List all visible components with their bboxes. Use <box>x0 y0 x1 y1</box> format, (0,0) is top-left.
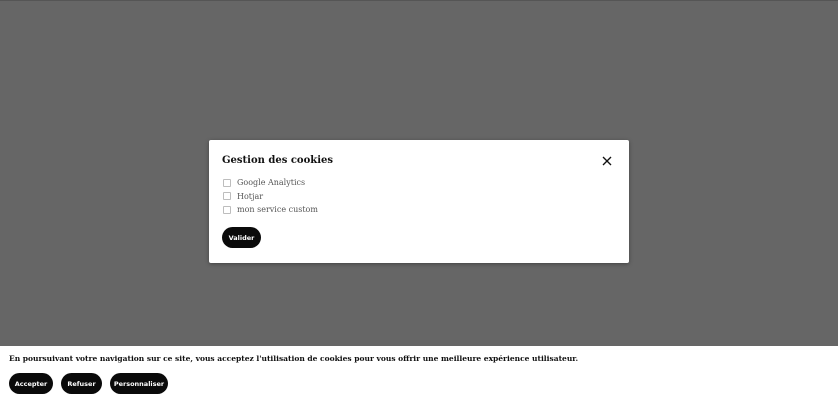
dialog-title: Gestion des cookies <box>222 155 333 166</box>
accept-button[interactable]: Accepter <box>9 373 53 394</box>
cookie-banner-text: En poursuivant votre navigation sur ce s… <box>9 354 579 363</box>
cookie-banner-actions: Accepter Refuser Personnaliser <box>9 373 168 394</box>
option-label: mon service custom <box>237 205 318 214</box>
cookie-settings-dialog: Gestion des cookies Google Analytics Hot… <box>209 140 629 263</box>
customize-button[interactable]: Personnaliser <box>110 373 168 394</box>
google-analytics-checkbox[interactable] <box>223 178 231 187</box>
option-google-analytics[interactable]: Google Analytics <box>222 176 616 189</box>
custom-service-checkbox[interactable] <box>223 205 231 214</box>
option-label: Google Analytics <box>237 178 306 187</box>
option-custom-service[interactable]: mon service custom <box>222 203 616 216</box>
option-hotjar[interactable]: Hotjar <box>222 190 616 203</box>
hotjar-checkbox[interactable] <box>223 192 231 200</box>
refuse-button[interactable]: Refuser <box>61 373 102 394</box>
close-icon[interactable] <box>600 154 614 168</box>
validate-button[interactable]: Valider <box>222 227 261 248</box>
option-label: Hotjar <box>237 191 264 201</box>
page: Gestion des cookies Google Analytics Hot… <box>0 0 838 403</box>
cookie-banner: En poursuivant votre navigation sur ce s… <box>0 346 838 403</box>
